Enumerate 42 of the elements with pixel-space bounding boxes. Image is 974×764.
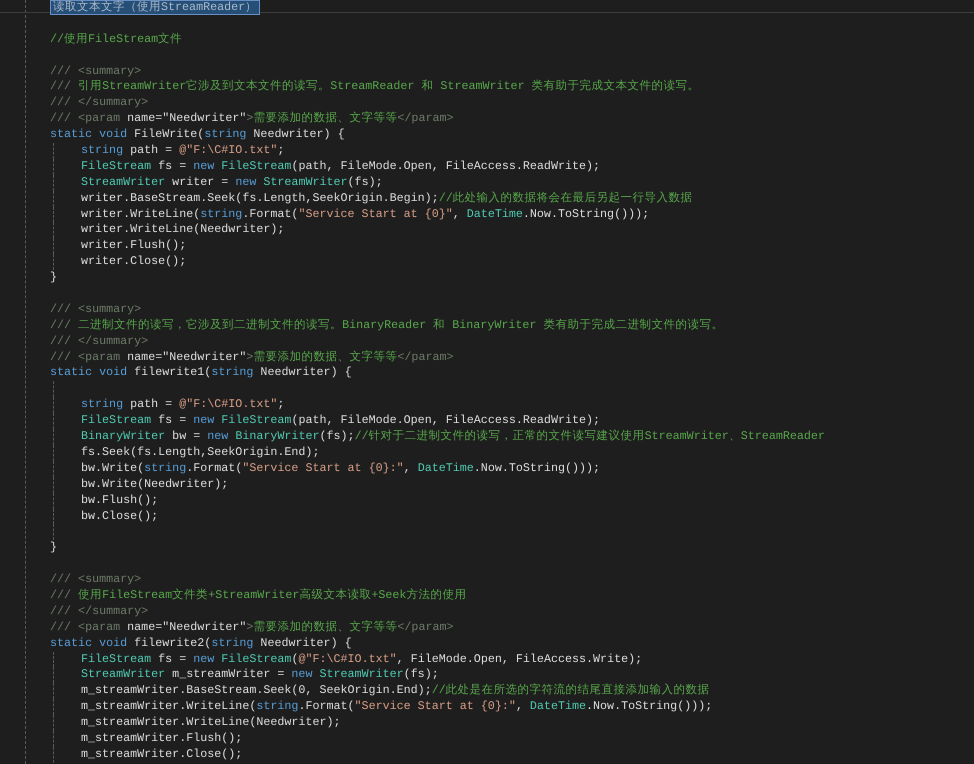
code-line: m_streamWriter.WriteLine(Needwriter); xyxy=(81,715,341,731)
code-line: m_streamWriter.Close(); xyxy=(81,746,242,763)
code-line: StreamWriter writer = new StreamWriter(fs); xyxy=(81,174,383,191)
code-line: StreamWriter m_streamWriter = new StreamWriter(fs); xyxy=(81,667,439,684)
code-line: } xyxy=(50,540,58,556)
code-line: FileStream fs = new FileStream(@"F:\C#IO.txt", FileMode.Open, FileAccess.Write); xyxy=(81,652,642,668)
code-line: static void filewrite2(string Needwriter) { xyxy=(50,636,352,652)
code-line: /// <param name="Needwriter">需要添加的数据、文字等等</param> xyxy=(50,111,454,128)
code-line: FileStream fs = new FileStream(path, FileMode.Open, FileAccess.ReadWrite); xyxy=(81,413,600,430)
code-line: FileStream fs = new FileStream(path, FileMode.Open, FileAccess.ReadWrite); xyxy=(81,158,600,175)
code-line: writer.WriteLine(string.Format("Service Start at {0}", DateTime.Now.ToString())); xyxy=(81,206,650,222)
code-line: /// <summary> xyxy=(50,302,142,318)
code-line: bw.Write(string.Format("Service Start at {0}:", DateTime.Now.ToString())); xyxy=(81,460,600,477)
code-line: writer.Flush(); xyxy=(81,238,186,254)
collapsed-region[interactable]: 读取文本文字（使用StreamReader） xyxy=(50,0,260,15)
code-line: bw.Write(Needwriter); xyxy=(81,476,228,493)
code-line: /// 使用FileStream文件类+StreamWriter高级文本读取+Seek方法的使用 xyxy=(50,588,466,604)
code-line: /// 引用StreamWriter它涉及到文本文件的读写。StreamReader 和 StreamWriter 类有助于完成文本文件的读写。 xyxy=(50,79,700,96)
code-line: bw.Close(); xyxy=(81,508,158,524)
code-line: m_streamWriter.WriteLine(string.Format("Service Start at {0}:", DateTime.Now.ToString())); xyxy=(81,699,712,716)
code-line: /// </summary> xyxy=(50,334,148,350)
code-line: BinaryWriter bw = new BinaryWriter(fs);//针对于二进制文件的读写，正常的文件读写建议使用StreamWriter、StreamReader xyxy=(81,429,825,445)
code-line: string path = @"F:\C#IO.txt"; xyxy=(81,143,284,159)
code-line: static void FileWrite(string Needwriter) { xyxy=(50,127,345,144)
code-line: static void filewrite1(string Needwriter) { xyxy=(50,365,352,382)
code-line: } xyxy=(50,270,58,286)
code-line: bw.Flush(); xyxy=(81,492,158,508)
code-line: writer.Close(); xyxy=(81,254,186,270)
code-line: fs.Seek(fs.Length,SeekOrigin.End); xyxy=(81,444,320,461)
code-line: /// <summary> xyxy=(50,64,142,80)
code-line: writer.WriteLine(Needwriter); xyxy=(81,222,284,238)
code-line: m_streamWriter.BaseStream.Seek(0, SeekOrigin.End);//此处是在所选的字符流的结尾直接添加输入的数据 xyxy=(81,683,710,700)
code-line: /// </summary> xyxy=(50,95,148,112)
code-line: /// <param name="Needwriter">需要添加的数据、文字等等</param> xyxy=(50,620,454,636)
code-line: /// <param name="Needwriter">需要添加的数据、文字等等</param> xyxy=(50,350,454,366)
code-line: /// <summary> xyxy=(50,572,142,588)
code-line: //使用FileStream文件 xyxy=(50,32,182,48)
code-line: m_streamWriter.Flush(); xyxy=(81,730,242,747)
code-line: writer.BaseStream.Seek(fs.Length,SeekOrigin.Begin);//此处输入的数据将会在最后另起一行导入数据 xyxy=(81,190,693,207)
code-line: /// </summary> xyxy=(50,604,148,620)
code-line: /// 二进制文件的读写，它涉及到二进制文件的读写。BinaryReader 和 BinaryWriter 类有助于完成二进制文件的读写。 xyxy=(50,318,724,334)
code-line: string path = @"F:\C#IO.txt"; xyxy=(81,397,284,414)
